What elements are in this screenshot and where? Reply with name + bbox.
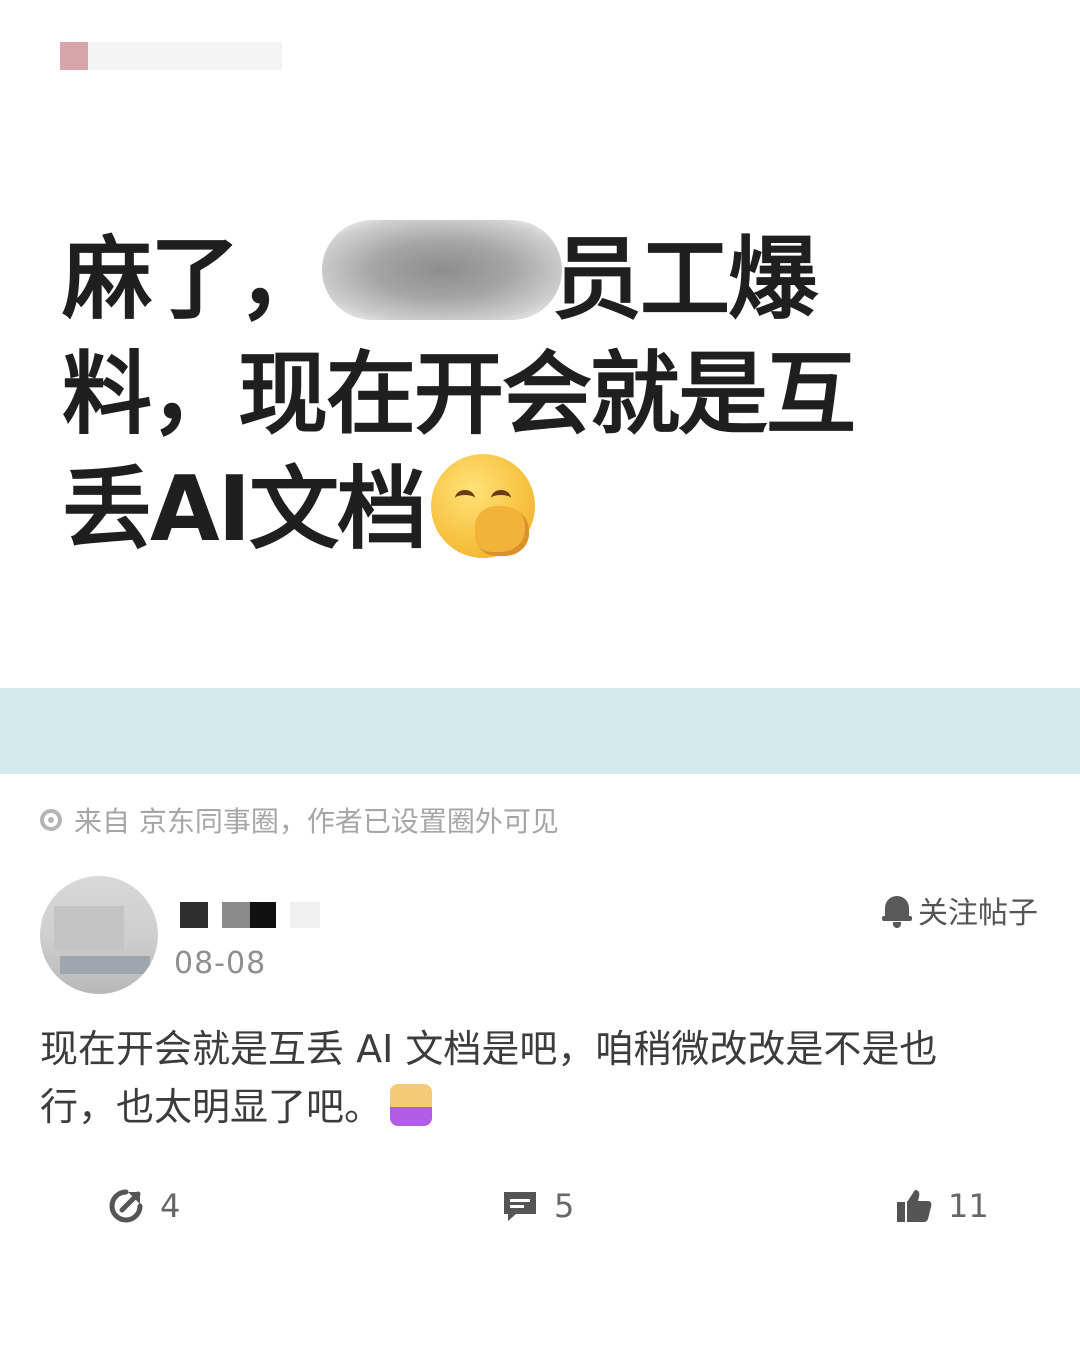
- follow-post-button[interactable]: 关注帖子: [882, 888, 1038, 932]
- headline-line1-start: 麻了，: [62, 227, 328, 332]
- post-content-line2: 行，也太明显了吧。: [40, 1085, 383, 1129]
- redacted-blur: [322, 220, 562, 320]
- follow-label: 关注帖子: [918, 896, 1038, 931]
- comment-button[interactable]: 5: [500, 1186, 574, 1226]
- sticker-icon: [390, 1084, 433, 1126]
- post-headline-image-text: 麻了， 员工爆 料，现在开会就是互 丢AI文档: [62, 220, 942, 567]
- headline-line1-end: 员工爆: [552, 227, 818, 332]
- post-content: 现在开会就是互丢 AI 文档是吧，咱稍微改改是不是也 行，也太明显了吧。: [40, 1020, 1050, 1136]
- blurred-tag-text: [88, 42, 282, 70]
- source-line: 来自 京东同事圈，作者已设置圈外可见: [40, 800, 559, 840]
- post-content-line1: 现在开会就是互丢 AI 文档是吧，咱稍微改改是不是也: [40, 1027, 938, 1071]
- circle-dot-icon: [40, 809, 62, 831]
- share-icon: [109, 1189, 143, 1223]
- hand-over-mouth-emoji-icon: [431, 454, 536, 558]
- comment-icon: [504, 1192, 536, 1221]
- avatar[interactable]: [40, 876, 158, 994]
- headline-line2: 料，现在开会就是互: [62, 342, 856, 447]
- headline-line3: 丢AI文档: [62, 457, 427, 562]
- share-button[interactable]: 4: [106, 1186, 180, 1226]
- divider-band: [0, 688, 1080, 774]
- tag-color-mark: [60, 42, 88, 70]
- top-tag: [60, 42, 282, 70]
- blurred-username[interactable]: [180, 902, 320, 928]
- action-bar: 4 5 11: [0, 1186, 1080, 1236]
- share-count: 4: [160, 1187, 181, 1225]
- source-text: 来自 京东同事圈，作者已设置圈外可见: [74, 805, 559, 838]
- thumbs-up-icon: [897, 1190, 932, 1222]
- like-button[interactable]: 11: [894, 1186, 989, 1226]
- bell-icon: [882, 892, 912, 928]
- comment-count: 5: [554, 1187, 575, 1225]
- like-count: 11: [948, 1187, 989, 1225]
- post-date: 08-08: [174, 946, 267, 981]
